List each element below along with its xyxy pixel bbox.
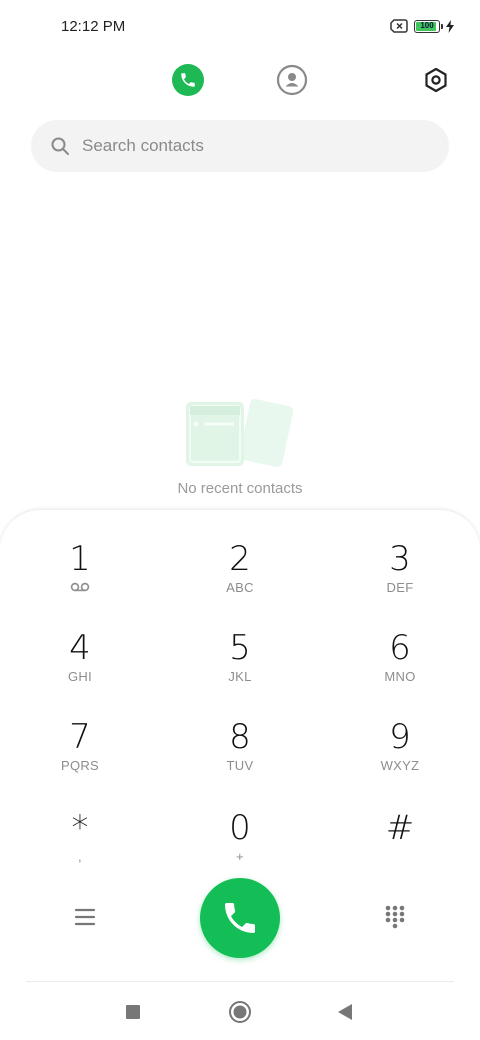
battery-level-text: 100 bbox=[420, 20, 434, 30]
search-bar[interactable]: Search contacts bbox=[31, 120, 449, 172]
key-digit: 9 bbox=[389, 717, 411, 757]
key-letters: GHI bbox=[67, 669, 92, 684]
battery-icon: 100 bbox=[414, 19, 443, 33]
dial-key-0[interactable]: 0 + bbox=[180, 809, 300, 889]
key-letters: + bbox=[236, 849, 244, 864]
status-icons: 100 bbox=[390, 19, 454, 33]
key-digit: 6 bbox=[389, 628, 411, 668]
dial-key-1[interactable]: 1 bbox=[20, 540, 140, 620]
key-digit: 1 bbox=[69, 539, 91, 579]
dial-key-4[interactable]: 4 GHI bbox=[20, 629, 140, 709]
tab-contacts[interactable] bbox=[276, 64, 308, 96]
dialer-actions bbox=[0, 878, 480, 958]
key-digit: 5 bbox=[229, 628, 251, 668]
dial-key-hash[interactable]: # bbox=[340, 809, 460, 889]
home-circle-icon bbox=[229, 1001, 251, 1023]
top-navigation bbox=[0, 60, 480, 104]
call-button[interactable] bbox=[200, 878, 280, 958]
status-time: 12:12 PM bbox=[61, 18, 126, 35]
search-placeholder: Search contacts bbox=[82, 136, 204, 155]
settings-button[interactable] bbox=[420, 64, 452, 96]
back-triangle-icon bbox=[338, 1004, 352, 1020]
key-letters: TUV bbox=[226, 758, 254, 773]
menu-icon[interactable] bbox=[72, 906, 98, 928]
dialpad: 1 2 ABC 3 DEF 4 GHI 5 JKL 6 MNO 7 PQRS 8… bbox=[0, 510, 480, 1040]
dial-key-star[interactable]: * , bbox=[20, 809, 140, 889]
key-letters: JKL bbox=[228, 669, 252, 684]
voicemail-icon bbox=[70, 582, 90, 592]
key-digit: 7 bbox=[69, 717, 91, 757]
system-navigation bbox=[0, 992, 480, 1032]
key-digit: 0 bbox=[229, 808, 251, 848]
recents-empty-state: No recent contacts bbox=[0, 396, 480, 497]
dial-key-2[interactable]: 2 ABC bbox=[180, 540, 300, 620]
no-recent-contacts-text: No recent contacts bbox=[177, 480, 303, 497]
recents-square-icon bbox=[126, 1005, 140, 1019]
key-digit: 3 bbox=[389, 539, 411, 579]
key-letters: WXYZ bbox=[380, 758, 420, 773]
key-letters: DEF bbox=[386, 580, 414, 595]
key-digit: * bbox=[71, 808, 89, 848]
key-digit: 8 bbox=[229, 717, 251, 757]
back-button[interactable] bbox=[333, 1000, 357, 1024]
key-letters: ABC bbox=[226, 580, 254, 595]
key-letters: , bbox=[78, 849, 82, 864]
dial-key-3[interactable]: 3 DEF bbox=[340, 540, 460, 620]
dial-key-8[interactable]: 8 TUV bbox=[180, 718, 300, 798]
empty-recents-illustration bbox=[186, 399, 294, 467]
phone-icon bbox=[181, 73, 195, 87]
status-bar: 12:12 PM 100 bbox=[0, 0, 480, 56]
settings-icon bbox=[425, 67, 447, 93]
key-digit: 2 bbox=[229, 539, 251, 579]
search-icon bbox=[51, 137, 69, 155]
divider bbox=[26, 981, 454, 982]
key-digit: # bbox=[385, 808, 415, 848]
recents-button[interactable] bbox=[121, 1000, 145, 1024]
call-icon bbox=[225, 903, 255, 933]
contacts-icon bbox=[276, 64, 308, 96]
dialpad-icon[interactable] bbox=[384, 904, 406, 930]
no-sim-icon bbox=[390, 19, 408, 33]
key-letters: MNO bbox=[384, 669, 416, 684]
dial-key-9[interactable]: 9 WXYZ bbox=[340, 718, 460, 798]
key-digit: 4 bbox=[69, 628, 91, 668]
tab-phone[interactable] bbox=[172, 64, 204, 96]
home-button[interactable] bbox=[228, 1000, 252, 1024]
charging-bolt-icon bbox=[446, 19, 454, 33]
dial-key-7[interactable]: 7 PQRS bbox=[20, 718, 140, 798]
dial-key-6[interactable]: 6 MNO bbox=[340, 629, 460, 709]
key-letters: PQRS bbox=[60, 758, 100, 773]
dial-key-5[interactable]: 5 JKL bbox=[180, 629, 300, 709]
